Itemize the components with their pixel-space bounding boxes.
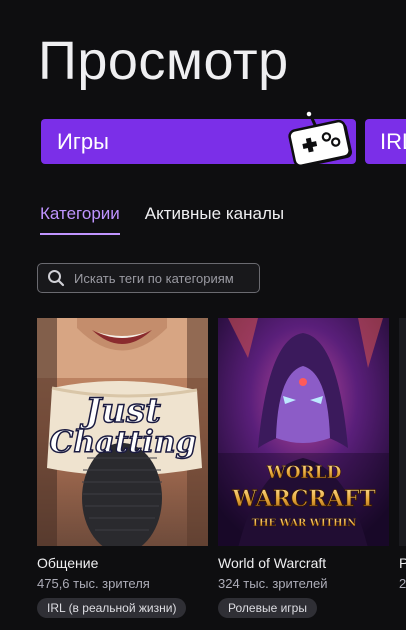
category-name[interactable]: P bbox=[399, 555, 406, 571]
irl-button-label: IRL bbox=[380, 128, 406, 154]
games-category-button[interactable]: Игры bbox=[41, 111, 356, 168]
category-cover-image[interactable] bbox=[399, 318, 406, 546]
category-tag[interactable]: Ролевые игры bbox=[218, 598, 317, 618]
wow-logo-line2: WARCRAFT bbox=[231, 486, 376, 512]
category-cover-image[interactable]: Just Chatting bbox=[37, 318, 208, 546]
wow-logo-line1: WORLD bbox=[266, 463, 342, 483]
category-name[interactable]: World of Warcraft bbox=[218, 555, 389, 571]
category-cover-image[interactable]: WORLD WARCRAFT THE WAR WITHIN bbox=[218, 318, 389, 546]
search-input[interactable] bbox=[74, 270, 254, 286]
irl-category-button[interactable]: IRL bbox=[365, 119, 406, 164]
category-viewers: 2 bbox=[399, 576, 406, 591]
wow-logo-line3: THE WAR WITHIN bbox=[252, 518, 357, 529]
search-icon bbox=[48, 270, 65, 287]
just-chatting-logo-line2: Chatting bbox=[49, 425, 196, 460]
tab-categories[interactable]: Категории bbox=[40, 204, 120, 235]
games-button-label: Игры bbox=[57, 128, 109, 154]
category-card[interactable]: Just Chatting Общение 475,6 тыс. зрителя… bbox=[37, 318, 208, 618]
category-tag[interactable]: IRL (в реальной жизни) bbox=[37, 598, 187, 618]
gamepad-icon bbox=[288, 111, 353, 168]
tab-live-channels[interactable]: Активные каналы bbox=[145, 204, 284, 235]
tab-bar: Категории Активные каналы bbox=[40, 204, 284, 235]
category-name[interactable]: Общение bbox=[37, 555, 208, 571]
search-box[interactable] bbox=[37, 263, 260, 293]
category-card[interactable]: P 2 bbox=[399, 318, 406, 591]
page-title: Просмотр bbox=[38, 31, 289, 91]
category-card[interactable]: WORLD WARCRAFT THE WAR WITHIN World of W… bbox=[218, 318, 389, 618]
category-viewers: 324 тыс. зрителей bbox=[218, 576, 328, 591]
category-viewers: 475,6 тыс. зрителя bbox=[37, 576, 150, 591]
